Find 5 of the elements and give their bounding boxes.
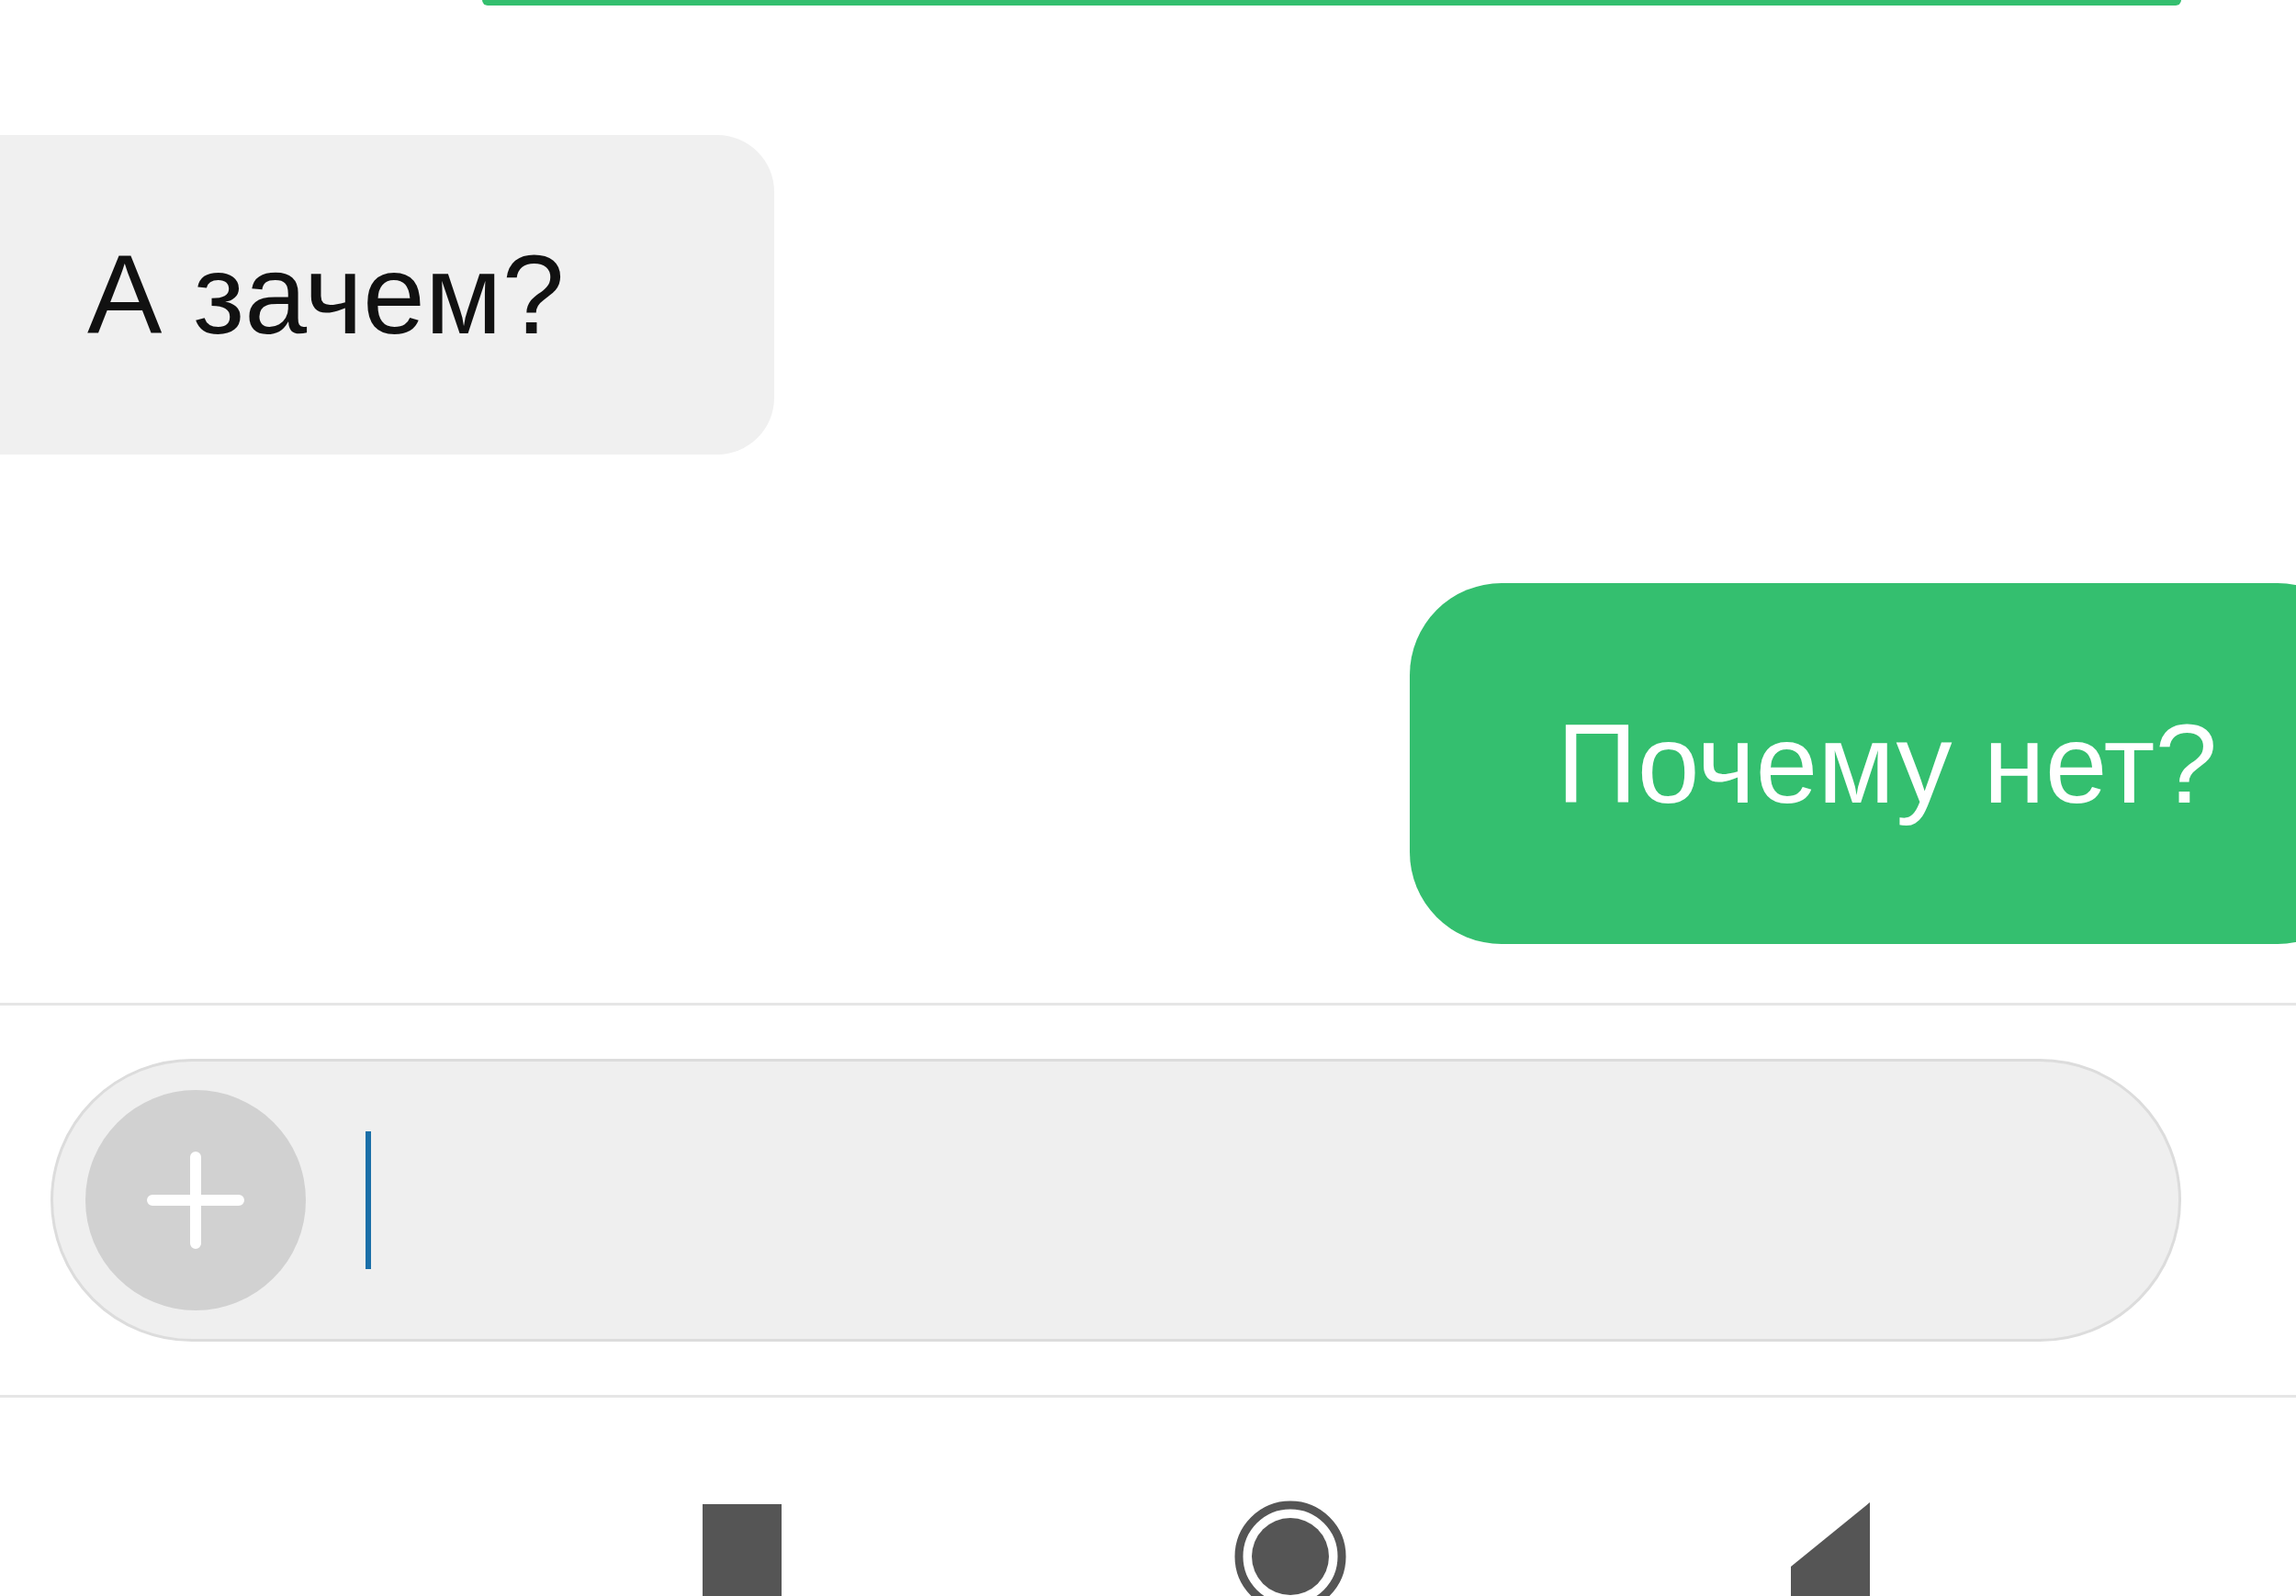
home-icon[interactable] [1232, 1499, 1348, 1596]
back-icon[interactable] [1791, 1502, 1870, 1596]
received-message: А зачем? [0, 135, 774, 455]
square-icon[interactable] [703, 1504, 782, 1596]
sent-message: Почему нет? [1410, 583, 2296, 944]
